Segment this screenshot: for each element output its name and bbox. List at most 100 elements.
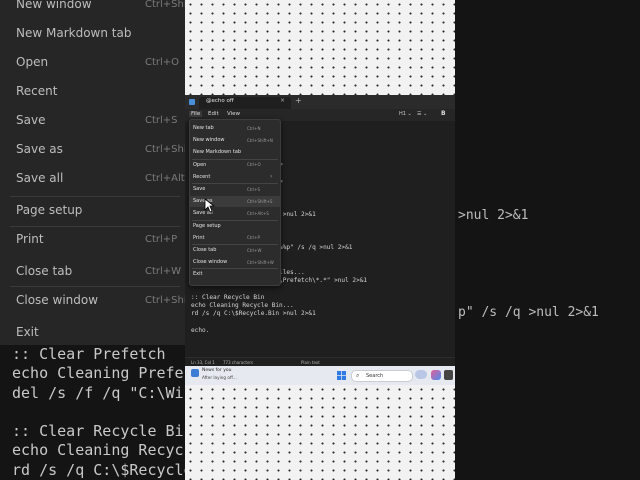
background-code-line: del /s /f /q "C:\Win: [12, 384, 193, 402]
menu-file[interactable]: File: [189, 111, 203, 117]
tab-title: @echo off: [206, 98, 234, 104]
background-menu-item: Exit: [16, 325, 39, 339]
background-menu-shortcut: Ctrl+W: [145, 266, 182, 277]
background-menu-separator: [10, 226, 180, 227]
code-line: echo Cleaning Recycle Bin...: [191, 302, 294, 310]
code-line: echo.: [191, 327, 210, 334]
file-menu-item-shortcut: Ctrl+Shift+W: [247, 259, 274, 265]
background-menu-shortcut: Ctrl+Shi: [145, 144, 187, 155]
background-menu-item: Close window: [16, 293, 99, 307]
file-menu-item[interactable]: Page setup: [190, 221, 280, 232]
windows-taskbar: News for you After laying off... ⌕ Searc…: [185, 366, 455, 385]
search-label: Search: [366, 372, 384, 379]
menu-edit[interactable]: Edit: [208, 111, 219, 117]
background-menu-item: Close tab: [16, 264, 73, 278]
file-menu-item[interactable]: Print Ctrl+P: [190, 233, 280, 244]
background-menu: New window Ctrl+Shi New Markdown tab Open Ct…: [0, 0, 187, 345]
background-menu-shortcut: Ctrl+S: [145, 115, 178, 126]
file-menu-item-shortcut: Ctrl+W: [247, 247, 262, 253]
news-subtitle[interactable]: After laying off...: [202, 375, 237, 380]
file-menu-item-shortcut: Ctrl+Alt+S: [247, 210, 269, 216]
background-menu-shortcut: Ctrl+Shi: [145, 295, 187, 306]
heading-select[interactable]: H1 ⌄: [399, 111, 412, 117]
file-menu-item-label: Close window: [193, 259, 228, 266]
code-line: rd /s /q C:\$Recycle.Bin >nul 2>&1: [191, 310, 316, 318]
background-menu-item: Save: [16, 113, 46, 127]
file-menu-item-label: Page setup: [193, 222, 221, 229]
background-menu-shortcut: Ctrl+Alt: [145, 173, 185, 184]
file-menu-item-label: Open: [193, 161, 207, 168]
news-widget-icon[interactable]: [191, 369, 199, 377]
file-menu-item[interactable]: Close window Ctrl+Shift+W: [190, 257, 280, 268]
file-menu-item[interactable]: New window Ctrl+Shift+N: [190, 135, 280, 146]
background-menu-item: Open: [16, 55, 49, 69]
tab-echo-off[interactable]: @echo off ×: [199, 97, 291, 109]
file-menu-item-shortcut: ›: [270, 172, 273, 180]
file-menu-item-label: New window: [193, 137, 225, 144]
file-menu-item-label: Save: [193, 186, 206, 192]
cursor-position: Ln 33, Col 1: [191, 359, 215, 365]
menu-view[interactable]: View: [227, 111, 240, 117]
file-menu-item[interactable]: Exit: [190, 269, 280, 280]
background-menu-item: Recent: [16, 84, 58, 98]
background-menu-shortcut: Ctrl+P: [145, 234, 178, 245]
new-tab-icon[interactable]: +: [295, 96, 302, 105]
background-menu-item: Print: [16, 232, 44, 246]
file-menu-item-label: Print: [193, 234, 205, 241]
file-menu-item-shortcut: Ctrl+N: [247, 125, 261, 131]
file-menu-item[interactable]: Recent ›: [190, 172, 280, 183]
file-menu-item[interactable]: Save Ctrl+S: [190, 184, 280, 195]
background-code-line: :: Clear Prefetch: [12, 345, 166, 363]
file-menu-item[interactable]: Save as Ctrl+Shift+S: [190, 196, 280, 208]
background-menu-shortcut: Ctrl+O: [145, 57, 180, 68]
dotted-panel-bottom: [185, 385, 455, 480]
taskbar-app-icon[interactable]: [444, 370, 453, 380]
background-code-line: echo Cleaning Recyc: [12, 441, 184, 459]
file-menu-item[interactable]: Save all Ctrl+Alt+S: [190, 208, 280, 219]
background-menu-separator: [10, 196, 180, 197]
taskbar-search-box[interactable]: ⌕ Search: [351, 370, 413, 382]
file-menu-item[interactable]: Close tab Ctrl+W: [190, 245, 280, 256]
file-menu-item[interactable]: New Markdown tab: [190, 147, 280, 158]
copilot-icon[interactable]: [431, 370, 441, 380]
file-menu-dropdown: New tab Ctrl+N New window Ctrl+Shift+N New M…: [189, 119, 281, 286]
file-menu-item-shortcut: Ctrl+P: [247, 235, 260, 241]
background-menu-item: Save all: [16, 171, 64, 185]
file-menu-item-label: Exit: [193, 271, 203, 278]
file-menu-item-shortcut: Ctrl+O: [247, 162, 261, 168]
windows-start-icon[interactable]: [337, 371, 346, 380]
file-menu-item-label: New Markdown tab: [193, 149, 242, 156]
file-menu-item-shortcut: Ctrl+Shift+N: [247, 137, 273, 143]
file-menu-item-label: New tab: [193, 125, 214, 131]
background-code-line: rd /s /q C:\$Recycle: [12, 461, 193, 479]
background-code-line: echo Cleaning Prefe: [12, 364, 184, 382]
dotted-panel-top: [185, 0, 455, 95]
file-menu-item-shortcut: Ctrl+S: [247, 186, 261, 192]
notepad-window: @echo off × + File Edit View H1 ⌄ ☰ ⌄ B …: [185, 95, 455, 385]
notepad-app-icon: [189, 99, 195, 105]
background-code-fragment: p" /s /q >nul 2>&1: [458, 305, 599, 320]
close-tab-icon[interactable]: ×: [280, 97, 285, 104]
background-code-line: :: Clear Recycle Bin: [12, 422, 193, 440]
character-count: 773 characters: [223, 359, 254, 365]
background-menu-item: Page setup: [16, 203, 83, 217]
search-icon: ⌕: [356, 372, 360, 379]
file-menu-item-label: Close tab: [193, 247, 217, 253]
background-menu-shortcut: Ctrl+Shi: [145, 0, 187, 10]
file-menu-item-shortcut: Ctrl+Shift+S: [247, 198, 273, 204]
weather-icon[interactable]: [415, 370, 427, 379]
background-menu-item: Save as: [16, 142, 63, 156]
background-menu-item: New window: [16, 0, 92, 11]
file-menu-item[interactable]: New tab Ctrl+N: [190, 123, 280, 134]
bold-icon[interactable]: B: [441, 110, 446, 117]
file-menu-item[interactable]: Open Ctrl+O: [190, 160, 280, 171]
mouse-pointer-icon: [204, 198, 216, 213]
background-code-fragment: >nul 2>&1: [458, 208, 529, 223]
list-icon[interactable]: ☰ ⌄: [417, 111, 427, 117]
news-title[interactable]: News for you: [202, 368, 231, 373]
file-menu-item-label: Recent: [193, 173, 211, 180]
text-format[interactable]: Plain text: [301, 360, 320, 365]
background-menu-separator: [10, 286, 180, 287]
code-line: :: Clear Recycle Bin: [191, 293, 265, 301]
background-menu-item: New Markdown tab: [16, 26, 132, 40]
